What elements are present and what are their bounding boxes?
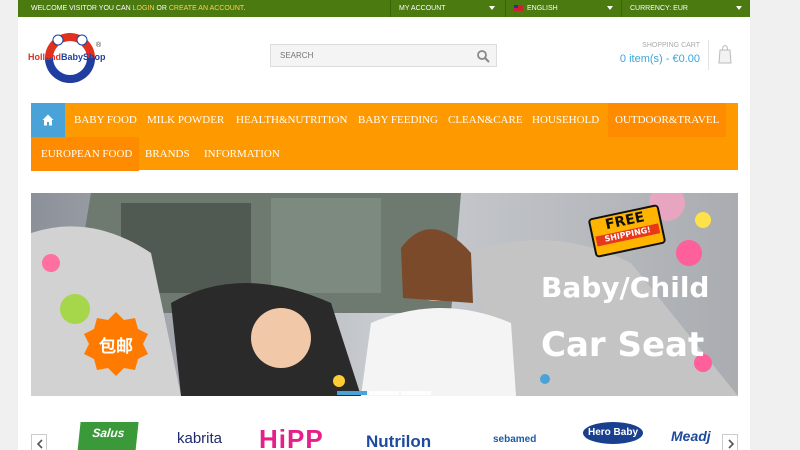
nav-item-milk-powder[interactable]: MILK POWDER <box>140 103 231 137</box>
stamp-text: 包邮 <box>99 337 133 357</box>
site-logo[interactable]: HollandBabyShop ® <box>28 30 123 86</box>
nav-item-information[interactable]: INFORMATION <box>197 137 287 171</box>
nav-item-baby-food[interactable]: BABY FOOD <box>67 103 144 137</box>
chevron-left-icon <box>36 439 43 449</box>
currency-label: CURRENCY: EUR <box>630 5 688 12</box>
search-icon[interactable] <box>476 49 490 63</box>
welcome-message: WELCOME VISITOR YOU CAN LOGIN OR CREATE … <box>31 0 245 17</box>
chevron-down-icon <box>489 6 495 10</box>
chevron-down-icon <box>607 6 613 10</box>
slider-dot[interactable] <box>401 391 431 395</box>
logo-text: HollandBabyShop <box>28 52 106 62</box>
period-text: . <box>243 5 246 12</box>
brand-logo-kabrita[interactable]: kabrita <box>177 430 222 450</box>
shopping-cart[interactable]: SHOPPING CART 0 item(s) - €0.00 <box>590 42 700 65</box>
shopping-bag-icon[interactable] <box>718 44 732 64</box>
top-bar: WELCOME VISITOR YOU CAN LOGIN OR CREATE … <box>18 0 750 17</box>
page: WELCOME VISITOR YOU CAN LOGIN OR CREATE … <box>18 0 750 450</box>
banner-headline-line2: Car Seat <box>541 325 705 365</box>
nav-item-brands[interactable]: BRANDS <box>138 137 197 171</box>
chevron-down-icon <box>736 6 742 10</box>
nav-item-outdoor-travel[interactable]: OUTDOOR&TRAVEL <box>608 103 727 137</box>
language-label: ENGLISH <box>527 5 558 12</box>
logo-text-part1: Holland <box>28 52 61 62</box>
brand-carousel: Salus kabrita HiPP Nutrilon sebamed Hero… <box>31 418 738 450</box>
my-account-label: MY ACCOUNT <box>399 5 446 12</box>
uk-flag-icon <box>514 5 523 11</box>
carousel-next-button[interactable] <box>722 434 738 450</box>
hero-banner[interactable]: FREE SHIPPING! 包邮 Baby/Child Car Seat <box>31 193 738 396</box>
carousel-prev-button[interactable] <box>31 434 47 450</box>
welcome-text: WELCOME VISITOR YOU CAN <box>31 5 131 12</box>
banner-headline-line1: Baby/Child <box>541 271 710 304</box>
nav-item-health-nutrition[interactable]: HEALTH&NUTRITION <box>229 103 354 137</box>
slider-dot[interactable] <box>337 391 367 395</box>
slider-pagination <box>337 382 433 396</box>
nav-item-clean-care[interactable]: CLEAN&CARE <box>441 103 530 137</box>
cart-summary: 0 item(s) - €0.00 <box>619 53 700 65</box>
currency-dropdown[interactable]: CURRENCY: EUR <box>621 0 750 17</box>
brand-logo-mead-johnson[interactable]: Meadjohnson <box>671 428 711 450</box>
home-icon <box>42 114 54 126</box>
or-text: OR <box>156 5 167 12</box>
search-box <box>270 44 497 67</box>
brand-logo-nutrilon[interactable]: Nutrilon <box>366 432 431 450</box>
brand-logo-salus[interactable]: Salus <box>77 422 139 450</box>
nav-item-household[interactable]: HOUSEHOLD <box>525 103 606 137</box>
login-link[interactable]: LOGIN <box>133 5 155 12</box>
chevron-right-icon <box>728 439 735 449</box>
main-navigation: BABY FOOD MILK POWDER HEALTH&NUTRITION B… <box>31 103 738 171</box>
slider-dot[interactable] <box>369 391 399 395</box>
brand-logo-hero-baby[interactable]: Hero Baby <box>583 422 643 444</box>
brand-logo-hipp[interactable]: HiPP <box>259 426 324 450</box>
registered-mark: ® <box>96 42 102 49</box>
language-dropdown[interactable]: ENGLISH <box>505 0 621 17</box>
create-account-link[interactable]: CREATE AN ACCOUNT <box>169 5 244 12</box>
my-account-dropdown[interactable]: MY ACCOUNT <box>390 0 503 17</box>
search-input[interactable] <box>271 45 460 66</box>
nav-item-european-food[interactable]: EUROPEAN FOOD <box>31 137 140 171</box>
brand-logo-sebamed[interactable]: sebamed <box>493 434 536 450</box>
logo-text-part2: BabyShop <box>61 52 106 62</box>
cart-label: SHOPPING CART <box>642 42 700 49</box>
cart-divider <box>708 40 709 70</box>
nav-item-baby-feeding[interactable]: BABY FEEDING <box>351 103 445 137</box>
home-button[interactable] <box>31 103 65 137</box>
free-post-stamp: 包邮 <box>83 311 149 377</box>
